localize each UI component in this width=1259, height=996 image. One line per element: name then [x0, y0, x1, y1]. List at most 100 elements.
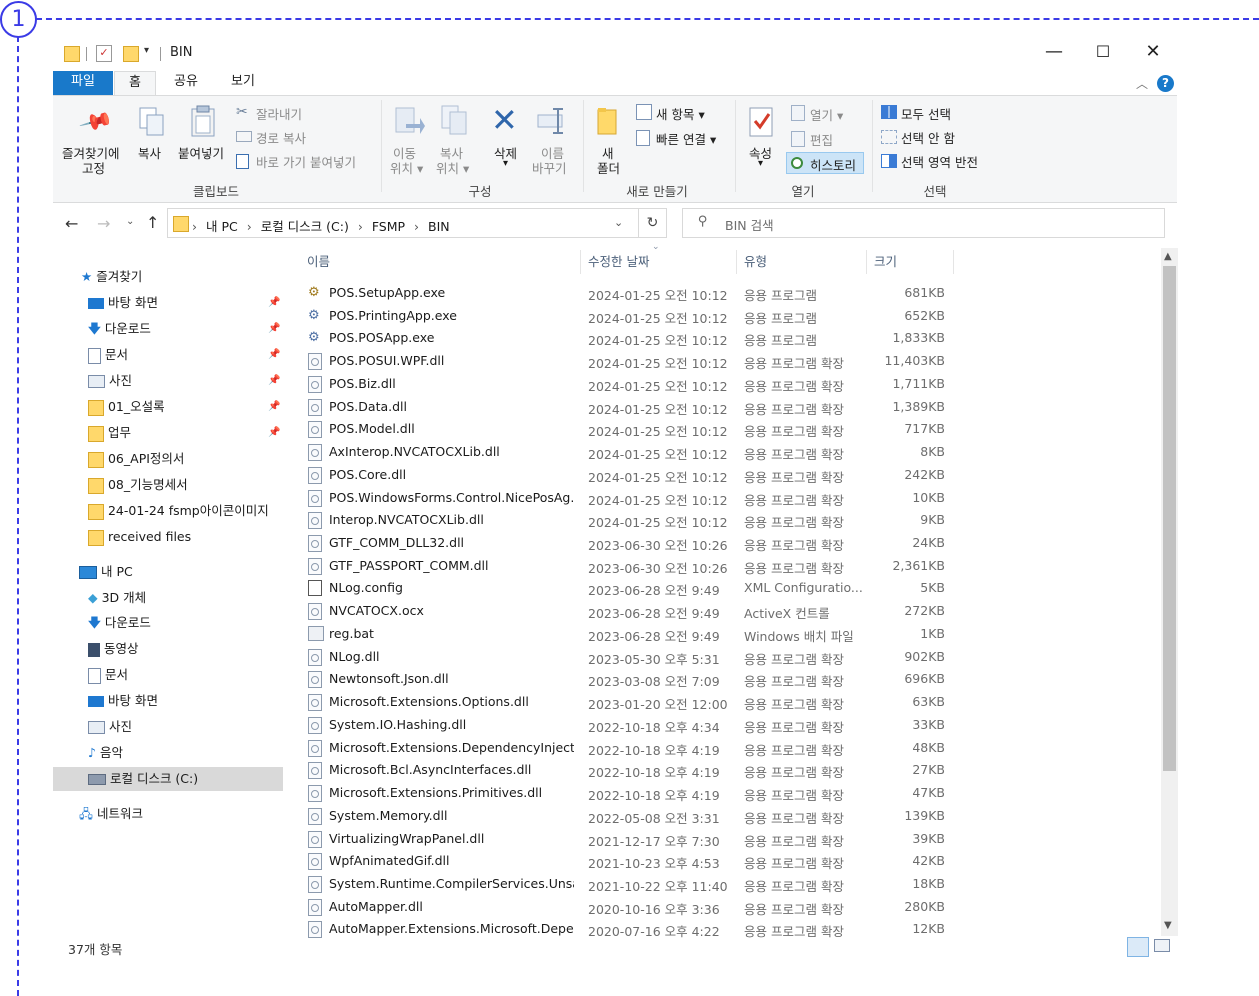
file-date: 2024-01-25 오전 10:12: [588, 492, 728, 508]
file-type: 응용 프로그램 확장: [744, 674, 844, 690]
file-type: 응용 프로그램 확장: [744, 833, 844, 849]
file-type: 응용 프로그램 확장: [744, 719, 844, 735]
file-row[interactable]: GTF_COMM_DLL32.dll 2023-06-30 오전 10:26 응용 …: [300, 532, 955, 554]
file-row[interactable]: Interop.NVCATOCXLib.dll 2024-01-25 오전 10:…: [300, 509, 955, 531]
file-name: System.Runtime.CompilerServices.Unsaf...: [329, 875, 574, 891]
scroll-up-icon[interactable]: ▲: [1164, 251, 1172, 262]
file-size: 681KB: [904, 285, 945, 300]
file-type: 응용 프로그램 확장: [744, 810, 844, 826]
file-size: 63KB: [912, 694, 945, 710]
dll-file-icon: [308, 671, 322, 689]
dll-file-icon: [308, 830, 322, 848]
file-name: VirtualizingWrapPanel.dll: [329, 830, 485, 846]
file-row[interactable]: POS.WindowsForms.Control.NicePosAg... 202…: [300, 487, 955, 509]
file-row[interactable]: Microsoft.Extensions.Options.dll 2023-01-…: [300, 691, 955, 713]
file-date: 2024-01-25 오전 10:12: [588, 447, 728, 463]
file-type: 응용 프로그램 확장: [744, 515, 844, 531]
file-date: 2020-07-16 오후 4:22: [588, 924, 720, 938]
file-name: AxInterop.NVCATOCXLib.dll: [329, 444, 500, 460]
file-type: 응용 프로그램 확장: [744, 356, 844, 372]
file-name: System.IO.Hashing.dll: [329, 716, 467, 732]
file-size: 11,403KB: [884, 353, 945, 369]
file-row[interactable]: Microsoft.Extensions.Primitives.dll 2022-…: [300, 782, 955, 804]
status-item-count: 37개 항목: [68, 942, 123, 957]
details-view-icon[interactable]: [1127, 937, 1149, 957]
file-type: 응용 프로그램 확장: [744, 492, 844, 508]
file-row[interactable]: GTF_PASSPORT_COMM.dll 2023-06-30 오전 10:26…: [300, 555, 955, 577]
file-type: 응용 프로그램: [744, 333, 817, 349]
dll-file-icon: [308, 444, 322, 462]
file-type: 응용 프로그램 확장: [744, 560, 844, 576]
file-name: WpfAnimatedGif.dll: [329, 853, 450, 869]
file-row[interactable]: Newtonsoft.Json.dll 2023-03-08 오전 7:09 응용 …: [300, 668, 955, 690]
file-size: 696KB: [904, 671, 945, 687]
file-row[interactable]: AutoMapper.Extensions.Microsoft.Depe... 2…: [300, 918, 955, 938]
file-name: POS.Biz.dll: [329, 375, 396, 391]
file-row[interactable]: NVCATOCX.ocx 2023-06-28 오전 9:49 ActiveX 컨트…: [300, 600, 955, 622]
file-row[interactable]: Microsoft.Extensions.DependencyInjecti..…: [300, 737, 955, 759]
file-size: 12KB: [912, 921, 945, 937]
file-row[interactable]: WpfAnimatedGif.dll 2021-10-23 오후 4:53 응용 프…: [300, 850, 955, 872]
file-date: 2024-01-25 오전 10:12: [588, 378, 728, 394]
file-row[interactable]: ⚙ POS.SetupApp.exe 2024-01-25 오전 10:12 응용 프…: [300, 282, 955, 304]
file-row[interactable]: NLog.dll 2023-05-30 오후 5:31 응용 프로그램 확장 902K…: [300, 646, 955, 668]
file-row[interactable]: Microsoft.Bcl.AsyncInterfaces.dll 2022-10…: [300, 759, 955, 781]
large-icons-view-icon[interactable]: [1154, 939, 1170, 952]
file-row[interactable]: ⚙ POS.PrintingApp.exe 2024-01-25 오전 10:12 응…: [300, 305, 955, 327]
file-size: 272KB: [904, 603, 945, 619]
file-type: XML Configuratio...: [744, 580, 863, 596]
file-row[interactable]: ⚙ POS.POSApp.exe 2024-01-25 오전 10:12 응용 프로그…: [300, 327, 955, 349]
file-row[interactable]: AutoMapper.dll 2020-10-16 오후 3:36 응용 프로그램 …: [300, 896, 955, 918]
file-row[interactable]: VirtualizingWrapPanel.dll 2021-12-17 오후 7…: [300, 828, 955, 850]
file-size: 18KB: [912, 875, 945, 891]
dll-file-icon: [308, 785, 322, 803]
file-size: 47KB: [912, 785, 945, 801]
file-type: 응용 프로그램 확장: [744, 878, 844, 894]
file-type: 응용 프로그램 확장: [744, 651, 844, 667]
file-type: 응용 프로그램 확장: [744, 378, 844, 394]
scrollbar-thumb[interactable]: [1163, 266, 1176, 771]
file-type: 응용 프로그램 확장: [744, 469, 844, 485]
file-row[interactable]: System.Memory.dll 2022-05-08 오전 3:31 응용 프로…: [300, 805, 955, 827]
file-name: Interop.NVCATOCXLib.dll: [329, 512, 484, 528]
file-type: ActiveX 컨트롤: [744, 606, 830, 622]
file-row[interactable]: NLog.config 2023-06-28 오전 9:49 XML Configu…: [300, 577, 955, 599]
file-row[interactable]: POS.Data.dll 2024-01-25 오전 10:12 응용 프로그램 확…: [300, 396, 955, 418]
file-row[interactable]: POS.Model.dll 2024-01-25 오전 10:12 응용 프로그램 …: [300, 418, 955, 440]
dll-file-icon: [308, 648, 322, 666]
file-date: 2022-05-08 오전 3:31: [588, 810, 720, 826]
file-date: 2021-12-17 오후 7:30: [588, 833, 720, 849]
file-size: 242KB: [904, 466, 945, 482]
file-date: 2024-01-25 오전 10:12: [588, 401, 728, 417]
file-date: 2024-01-25 오전 10:12: [588, 356, 728, 372]
file-row[interactable]: System.IO.Hashing.dll 2022-10-18 오후 4:34 응…: [300, 714, 955, 736]
file-row[interactable]: POS.Core.dll 2024-01-25 오전 10:12 응용 프로그램 확…: [300, 464, 955, 486]
dll-file-icon: [308, 716, 322, 734]
dll-file-icon: [308, 603, 322, 621]
file-name: AutoMapper.dll: [329, 898, 423, 914]
config-file-icon: [308, 580, 322, 597]
file-row[interactable]: reg.bat 2023-06-28 오전 9:49 Windows 배치 파일 1K…: [300, 623, 955, 645]
file-row[interactable]: AxInterop.NVCATOCXLib.dll 2024-01-25 오전 1…: [300, 441, 955, 463]
file-name: Microsoft.Bcl.AsyncInterfaces.dll: [329, 762, 532, 778]
dll-file-icon: [308, 739, 322, 757]
file-date: 2022-10-18 오후 4:19: [588, 765, 720, 781]
file-name: Microsoft.Extensions.Primitives.dll: [329, 785, 543, 801]
file-row[interactable]: POS.Biz.dll 2024-01-25 오전 10:12 응용 프로그램 확장…: [300, 373, 955, 395]
file-name: POS.WindowsForms.Control.NicePosAg...: [329, 489, 574, 505]
file-type: 응용 프로그램 확장: [744, 742, 844, 758]
file-list: ⚙ POS.SetupApp.exe 2024-01-25 오전 10:12 응용 프…: [0, 0, 1259, 938]
file-row[interactable]: System.Runtime.CompilerServices.Unsaf...…: [300, 873, 955, 895]
file-date: 2022-10-18 오후 4:19: [588, 742, 720, 758]
dll-file-icon: [308, 694, 322, 712]
file-date: 2023-05-30 오후 5:31: [588, 651, 720, 667]
file-date: 2024-01-25 오전 10:12: [588, 469, 728, 485]
file-type: 응용 프로그램 확장: [744, 856, 844, 872]
scroll-down-icon[interactable]: ▼: [1164, 920, 1172, 931]
file-type: 응용 프로그램 확장: [744, 424, 844, 440]
file-name: GTF_COMM_DLL32.dll: [329, 535, 465, 551]
dll-file-icon: [308, 853, 322, 871]
file-row[interactable]: POS.POSUI.WPF.dll 2024-01-25 오전 10:12 응용 프…: [300, 350, 955, 372]
dll-file-icon: [308, 762, 322, 780]
dll-file-icon: [308, 535, 322, 553]
